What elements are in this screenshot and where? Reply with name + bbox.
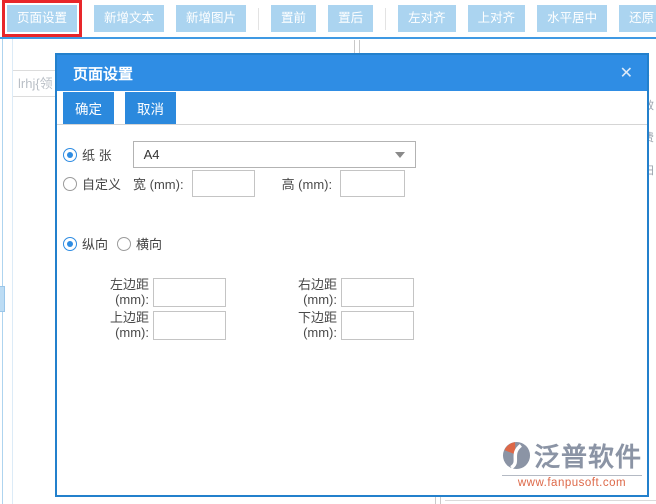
landscape-radio-label: 横向 xyxy=(136,237,163,252)
margins-section: 左边距 (mm): 右边距 (mm): 上边距 (mm): 下边距 (mm): xyxy=(94,277,414,343)
background-table-cell: lrhj{领 xyxy=(13,70,56,97)
margins-row: 上边距 (mm): 下边距 (mm): xyxy=(94,310,414,340)
background-text-fragment: a xyxy=(649,66,656,80)
margin-right-field: 右边距 (mm): xyxy=(282,277,414,307)
margin-left-label: 左边距 (mm): xyxy=(109,277,149,307)
page-setup-dialog: 页面设置 ✕ 确定 取消 纸 张 A4 自定义 宽 (mm): 高 (mm): xyxy=(55,53,649,497)
margin-top-label: 上边距 (mm): xyxy=(109,310,149,340)
close-icon[interactable]: ✕ xyxy=(620,63,633,83)
custom-size-row: 自定义 宽 (mm): 高 (mm): xyxy=(63,170,406,197)
margin-left-field: 左边距 (mm): xyxy=(94,277,226,307)
margin-bottom-label: 下边距 (mm): xyxy=(297,310,337,340)
toolbar-separator xyxy=(385,7,387,30)
dialog-button-row: 确定 取消 xyxy=(57,91,647,125)
vendor-logo: 泛普软件 www.fanpusoft.com xyxy=(501,437,642,489)
toolbar-button-align-top[interactable]: 上对齐 xyxy=(467,5,526,32)
orientation-row: 纵向 横向 xyxy=(63,234,162,253)
custom-radio[interactable] xyxy=(63,176,77,191)
fanpu-logo-icon xyxy=(502,441,531,470)
margin-right-input[interactable] xyxy=(341,277,414,307)
background-text-fragment: 田 xyxy=(649,164,656,178)
margin-left-input[interactable] xyxy=(153,277,226,307)
ok-button[interactable]: 确定 xyxy=(63,91,114,124)
toolbar-button-page-setup[interactable]: 页面设置 xyxy=(7,5,78,32)
portrait-radio[interactable] xyxy=(63,236,77,251)
dialog-titlebar[interactable]: 页面设置 ✕ xyxy=(57,55,647,91)
background-text-fragment: 费 xyxy=(649,131,656,145)
margin-bottom-input[interactable] xyxy=(341,310,414,340)
toolbar-separator xyxy=(258,7,260,30)
background-panel-line xyxy=(12,39,13,504)
toolbar-button-add-text[interactable]: 新增文本 xyxy=(94,5,165,32)
paper-radio-label: 纸 张 xyxy=(82,148,112,163)
toolbar-button-send-back[interactable]: 置后 xyxy=(328,5,374,32)
custom-radio-label: 自定义 xyxy=(82,177,122,192)
margins-row: 左边距 (mm): 右边距 (mm): xyxy=(94,277,414,307)
cancel-button[interactable]: 取消 xyxy=(125,91,176,124)
dialog-title: 页面设置 xyxy=(73,65,134,83)
background-text-fragment: 效 xyxy=(649,99,656,113)
paper-size-select[interactable]: A4 xyxy=(132,141,416,168)
paper-size-row: 纸 张 A4 xyxy=(63,141,416,168)
vendor-name: 泛普软件 xyxy=(533,442,642,472)
portrait-radio-label: 纵向 xyxy=(82,237,109,252)
margin-top-field: 上边距 (mm): xyxy=(94,310,226,340)
width-input[interactable] xyxy=(191,170,255,197)
toolbar: 页面设置 新增文本 新增图片 置前 置后 左对齐 上对齐 水平居中 还原 xyxy=(0,0,656,39)
toolbar-button-align-left[interactable]: 左对齐 xyxy=(398,5,456,32)
background-grid-line xyxy=(445,500,656,501)
paper-size-selected-value: A4 xyxy=(143,147,160,162)
margin-top-input[interactable] xyxy=(153,310,226,340)
toolbar-button-add-image[interactable]: 新增图片 xyxy=(176,5,247,32)
background-grid-line xyxy=(354,40,360,53)
toolbar-button-center-horizontal[interactable]: 水平居中 xyxy=(537,5,608,32)
height-input[interactable] xyxy=(340,170,406,197)
dialog-body: 确定 取消 纸 张 A4 自定义 宽 (mm): 高 (mm): 纵向 横向 左… xyxy=(57,91,647,495)
vendor-url: www.fanpusoft.com xyxy=(517,477,627,489)
landscape-radio[interactable] xyxy=(117,236,132,251)
background-panel-handle xyxy=(0,286,5,312)
toolbar-button-bring-front[interactable]: 置前 xyxy=(271,5,317,32)
background-panel-line xyxy=(2,39,3,504)
margin-right-label: 右边距 (mm): xyxy=(297,277,337,307)
height-label: 高 (mm): xyxy=(281,177,333,192)
background-grid-line xyxy=(435,497,441,504)
margin-bottom-field: 下边距 (mm): xyxy=(282,310,414,340)
paper-radio[interactable] xyxy=(63,147,77,162)
chevron-down-icon xyxy=(394,151,405,158)
highlight-annotation-box: 页面设置 xyxy=(2,0,83,37)
toolbar-button-reset[interactable]: 还原 xyxy=(619,5,656,32)
width-label: 宽 (mm): xyxy=(133,177,184,192)
vendor-logo-row: 泛普软件 xyxy=(501,437,642,476)
